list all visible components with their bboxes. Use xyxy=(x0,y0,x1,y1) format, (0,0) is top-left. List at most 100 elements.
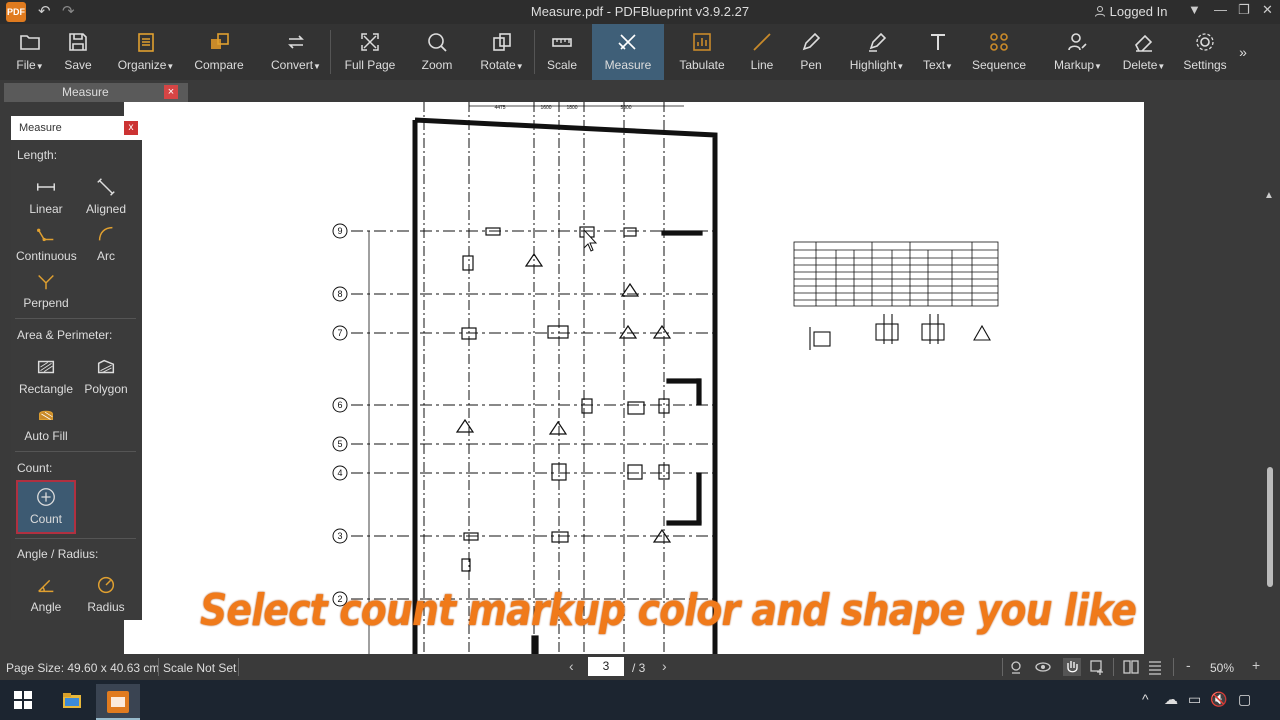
line-icon xyxy=(744,24,780,58)
zoom-button[interactable]: Zoom xyxy=(416,24,458,80)
grid-label: 6 xyxy=(337,400,342,410)
file-menu-button[interactable]: File▼ xyxy=(12,24,48,80)
select-area-icon[interactable] xyxy=(1088,658,1106,676)
close-panel-button[interactable]: x xyxy=(124,121,138,135)
measure-button[interactable]: Measure xyxy=(592,24,664,80)
pan-hand-icon[interactable] xyxy=(1063,658,1081,676)
dropdown-menu-icon[interactable]: ▼ xyxy=(1188,2,1201,17)
view-eye-icon[interactable] xyxy=(1034,658,1052,676)
full-page-icon xyxy=(342,24,398,58)
two-page-view-icon[interactable] xyxy=(1122,658,1140,676)
markup-menu-button[interactable]: Markup▼ xyxy=(1050,24,1106,80)
scroll-up-icon[interactable]: ▲ xyxy=(1264,190,1274,201)
text-menu-button[interactable]: Text▼ xyxy=(920,24,956,80)
line-button[interactable]: Line xyxy=(744,24,780,80)
perpend-icon xyxy=(16,270,76,296)
linear-measure-button[interactable]: Linear xyxy=(16,176,76,216)
close-window-button[interactable]: ✕ xyxy=(1262,2,1273,18)
eraser-icon xyxy=(1120,24,1168,58)
grid-label: 5 xyxy=(337,439,342,449)
dimension-label: 1800 xyxy=(566,105,577,111)
tray-chevron-icon[interactable]: ^ xyxy=(1142,691,1149,707)
rectangle-label: Rectangle xyxy=(18,382,74,396)
pen-button[interactable]: Pen xyxy=(794,24,828,80)
windows-start-icon[interactable] xyxy=(14,691,32,709)
measure-panel-title: Measure xyxy=(19,122,62,134)
highlight-menu-button[interactable]: Highlight▼ xyxy=(846,24,908,80)
line-label: Line xyxy=(750,58,774,72)
perpend-measure-button[interactable]: Perpend xyxy=(16,270,76,310)
window-title: Measure.pdf - PDFBlueprint v3.9.2.27 xyxy=(530,4,750,19)
arc-measure-button[interactable]: Arc xyxy=(76,223,136,263)
count-button[interactable]: Count xyxy=(16,480,76,534)
tabulate-button[interactable]: Tabulate xyxy=(674,24,730,80)
pdfblueprint-taskbar-button[interactable] xyxy=(96,684,140,720)
restore-button[interactable]: ❐ xyxy=(1238,2,1250,18)
volume-muted-icon[interactable]: 🔇 xyxy=(1210,691,1227,708)
rotate-menu-button[interactable]: Rotate▼ xyxy=(478,24,526,80)
scale-button[interactable]: Scale xyxy=(542,24,582,80)
full-page-button[interactable]: Full Page xyxy=(342,24,398,80)
organize-menu-button[interactable]: Organize▼ xyxy=(116,24,176,80)
organize-icon xyxy=(116,24,176,58)
login-label: Logged In xyxy=(1109,4,1168,19)
file-explorer-taskbar-button[interactable] xyxy=(50,684,94,720)
dimension-label: 4475 xyxy=(494,105,505,111)
network-icon[interactable]: ▭ xyxy=(1188,691,1201,708)
continuous-measure-button[interactable]: Continuous xyxy=(16,223,77,263)
auto-fill-button[interactable]: Auto Fill xyxy=(16,403,76,443)
angle-radius-heading: Angle / Radius: xyxy=(17,547,99,561)
page-number-input[interactable]: 3 xyxy=(588,657,624,676)
linear-icon xyxy=(16,176,76,202)
tutorial-caption: Select count markup color and shape you … xyxy=(200,585,1137,636)
settings-label: Settings xyxy=(1183,58,1227,72)
measure-panel-tab[interactable]: Measure × xyxy=(4,83,188,102)
cloud-sync-icon[interactable]: ☁ xyxy=(1164,691,1178,708)
zoom-in-button[interactable]: + xyxy=(1252,657,1260,673)
save-button[interactable]: Save xyxy=(60,24,96,80)
next-page-icon[interactable]: › xyxy=(662,658,667,674)
pen-label: Pen xyxy=(800,58,822,72)
ribbon-separator xyxy=(534,30,535,74)
rectangle-measure-button[interactable]: Rectangle xyxy=(16,356,76,396)
scale-icon xyxy=(542,24,582,58)
minimize-button[interactable]: — xyxy=(1214,2,1227,17)
arc-icon xyxy=(76,223,136,249)
sequence-button[interactable]: Sequence xyxy=(970,24,1028,80)
notification-icon[interactable]: ▢ xyxy=(1238,691,1251,708)
grid-label: 7 xyxy=(337,328,342,338)
previous-page-icon[interactable]: ‹ xyxy=(569,658,574,674)
angle-measure-button[interactable]: Angle xyxy=(16,574,76,614)
highlight-label: Highlight xyxy=(849,58,897,72)
delete-menu-button[interactable]: Delete▼ xyxy=(1120,24,1168,80)
measure-tab-label: Measure xyxy=(62,85,109,99)
markup-icon xyxy=(1050,24,1106,58)
blueprint-page[interactable]: 9 8 7 6 5 4 3 2 4475 1600 1800 5000 xyxy=(124,102,1144,654)
vertical-scrollbar[interactable] xyxy=(1267,467,1273,587)
count-plus-icon xyxy=(18,486,74,512)
tabulate-label: Tabulate xyxy=(679,58,725,72)
ribbon-more-icon[interactable]: » xyxy=(1236,24,1250,80)
settings-button[interactable]: Settings xyxy=(1182,24,1228,80)
full-page-label: Full Page xyxy=(344,58,396,72)
login-status[interactable]: Logged In xyxy=(1094,4,1167,19)
convert-icon xyxy=(268,24,324,58)
snap-icon[interactable] xyxy=(1007,658,1025,676)
continuous-view-icon[interactable] xyxy=(1146,658,1164,676)
markup-label: Markup xyxy=(1054,58,1095,72)
continuous-icon xyxy=(16,223,76,249)
compare-label: Compare xyxy=(194,58,244,72)
grid-label: 3 xyxy=(337,531,342,541)
radius-measure-button[interactable]: Radius xyxy=(76,574,136,614)
zoom-out-button[interactable]: - xyxy=(1186,657,1191,673)
panel-divider xyxy=(15,318,136,319)
convert-menu-button[interactable]: Convert▼ xyxy=(268,24,324,80)
dimension-label: 5000 xyxy=(620,105,631,111)
close-tab-button[interactable]: × xyxy=(164,85,178,99)
length-heading: Length: xyxy=(17,148,58,162)
aligned-measure-button[interactable]: Aligned xyxy=(76,176,136,216)
polygon-measure-button[interactable]: Polygon xyxy=(76,356,136,396)
compare-button[interactable]: Compare xyxy=(190,24,248,80)
windows-taskbar: ^ ☁ ▭ 🔇 ▢ xyxy=(0,680,1280,720)
document-canvas[interactable]: 9 8 7 6 5 4 3 2 4475 1600 1800 5000 ▲ xyxy=(0,102,1280,654)
